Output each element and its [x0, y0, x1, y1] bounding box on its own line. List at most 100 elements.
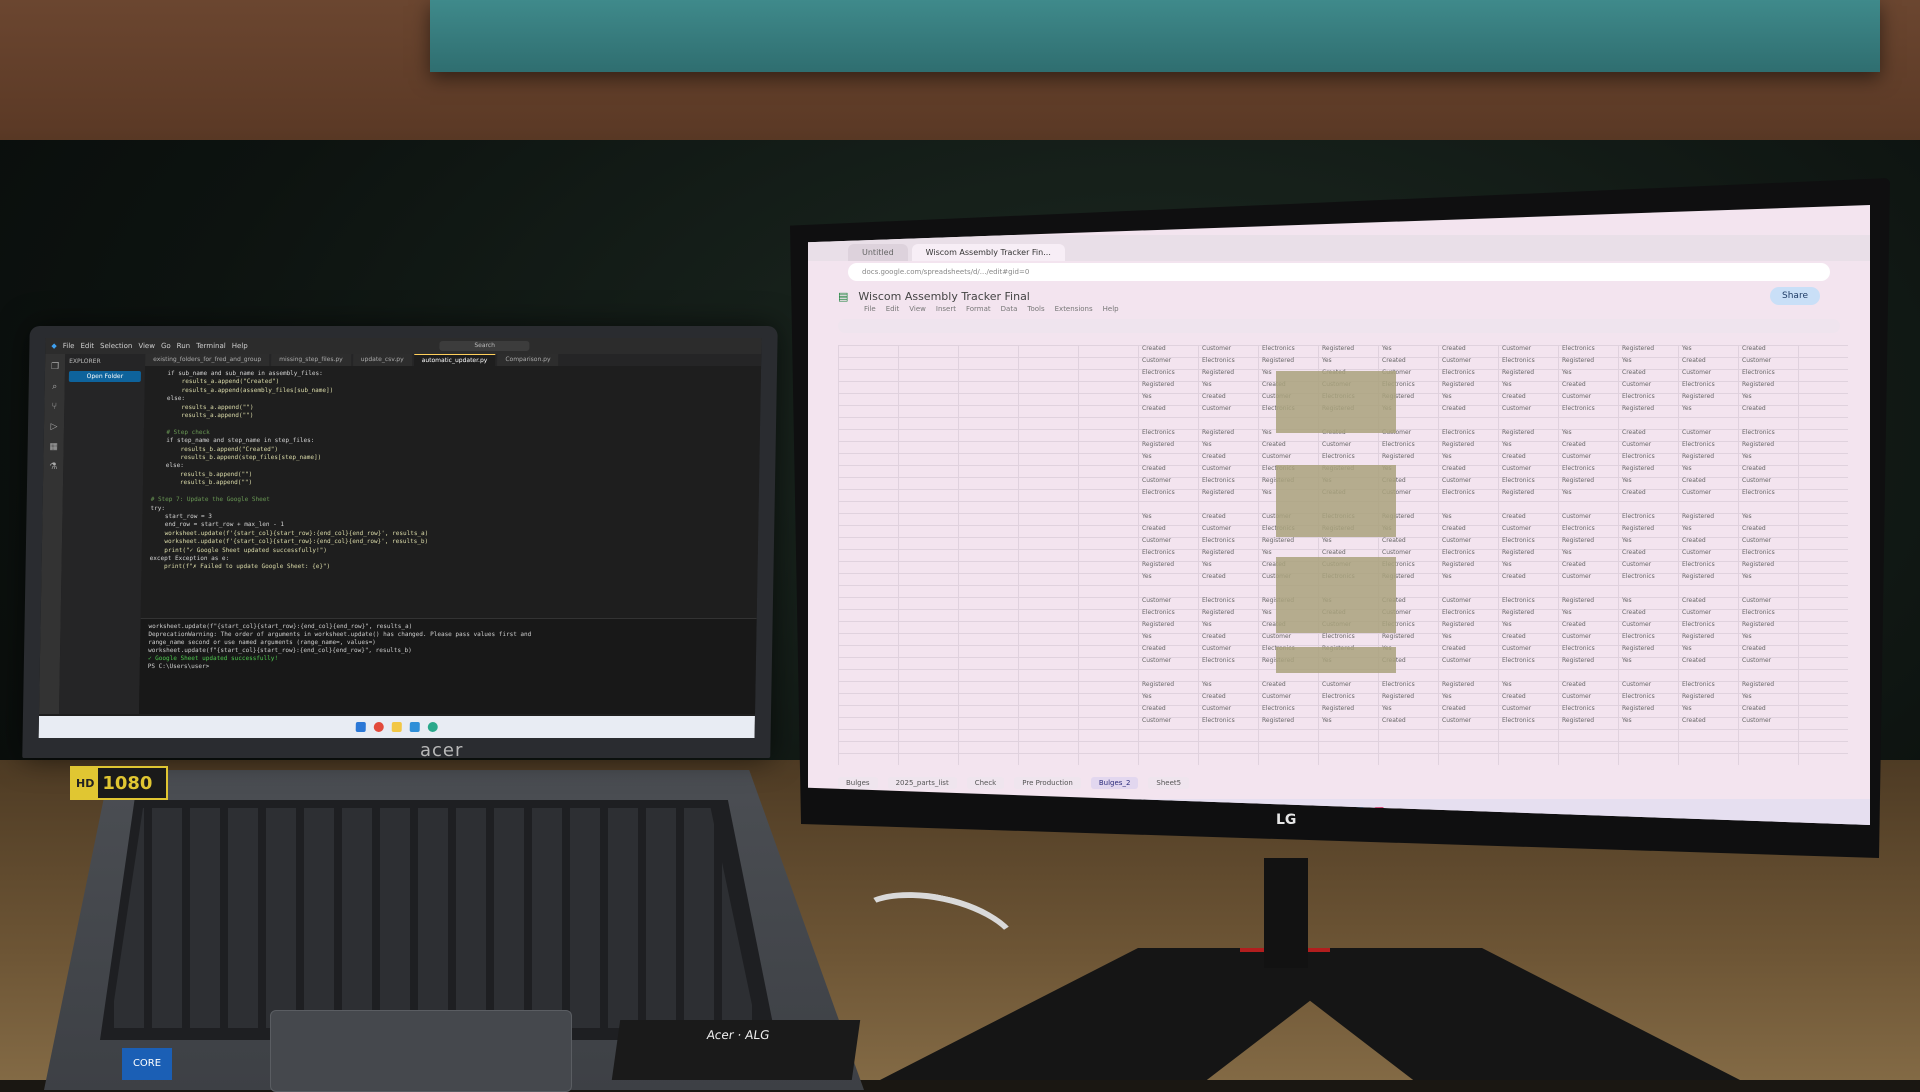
sheet-cell[interactable] — [958, 429, 1018, 441]
sheet-cell[interactable]: Electronics — [1618, 453, 1678, 465]
sheet-cell[interactable] — [1078, 573, 1138, 585]
sheet-cell[interactable]: Created — [1678, 717, 1738, 729]
sheet-cell[interactable]: Registered — [1558, 597, 1618, 609]
sheet-cell[interactable] — [958, 465, 1018, 477]
sheet-cell[interactable]: Customer — [1138, 597, 1198, 609]
sheet-cell[interactable]: Electronics — [1138, 369, 1198, 381]
sheet-cell[interactable]: Electronics — [1618, 573, 1678, 585]
sheet-cell[interactable] — [1078, 501, 1138, 513]
sheet-cell[interactable]: Yes — [1738, 453, 1798, 465]
sheet-cell[interactable]: Yes — [1678, 645, 1738, 657]
sheet-cell[interactable] — [838, 537, 898, 549]
sheet-cell[interactable] — [898, 693, 958, 705]
sheet-row[interactable]: CreatedCustomerElectronicsRegisteredYesC… — [838, 345, 1848, 357]
sheet-cell[interactable]: Yes — [1558, 609, 1618, 621]
sheet-cell[interactable]: Yes — [1138, 693, 1198, 705]
sheet-cell[interactable] — [838, 597, 898, 609]
sheet-cell[interactable] — [1198, 585, 1258, 597]
sheet-cell[interactable]: Customer — [1138, 657, 1198, 669]
sheet-cell[interactable]: Registered — [1678, 633, 1738, 645]
browser-tab[interactable]: Wiscom Assembly Tracker Fin... — [911, 244, 1065, 261]
sheet-cell[interactable]: Electronics — [1198, 537, 1258, 549]
sheet-cell[interactable] — [1018, 717, 1078, 729]
sheet-cell[interactable]: Created — [1438, 645, 1498, 657]
sheet-cell[interactable]: Registered — [1498, 369, 1558, 381]
sheet-tab[interactable]: Sheet5 — [1148, 777, 1190, 789]
sheet-cell[interactable] — [1018, 441, 1078, 453]
sheet-cell[interactable] — [838, 549, 898, 561]
sheet-cell[interactable]: Created — [1378, 717, 1438, 729]
sheet-cell[interactable]: Customer — [1198, 465, 1258, 477]
sheet-cell[interactable]: Created — [1678, 657, 1738, 669]
sheet-cell[interactable] — [1078, 357, 1138, 369]
sheet-cell[interactable]: Created — [1618, 489, 1678, 501]
sheet-cell[interactable]: Created — [1498, 513, 1558, 525]
sheet-cell[interactable] — [1678, 501, 1738, 513]
sheet-cell[interactable]: Electronics — [1318, 633, 1378, 645]
sheet-cell[interactable]: Yes — [1558, 369, 1618, 381]
sheet-cell[interactable]: Electronics — [1138, 609, 1198, 621]
sheet-menu-item[interactable]: Data — [1001, 305, 1018, 313]
sheet-cell[interactable] — [898, 393, 958, 405]
sheet-menu-item[interactable]: Insert — [936, 305, 956, 313]
sheet-cell[interactable] — [958, 633, 1018, 645]
sheet-cell[interactable] — [898, 645, 958, 657]
sheet-cell[interactable]: Yes — [1138, 513, 1198, 525]
sheet-cell[interactable] — [958, 657, 1018, 669]
sheet-cell[interactable] — [898, 633, 958, 645]
sheet-cell[interactable] — [838, 717, 898, 729]
sheet-cell[interactable]: Yes — [1558, 429, 1618, 441]
sheet-cell[interactable]: Created — [1618, 429, 1678, 441]
sheet-cell[interactable] — [1078, 477, 1138, 489]
sheet-cell[interactable]: Yes — [1678, 705, 1738, 717]
sheet-cell[interactable]: Yes — [1438, 573, 1498, 585]
sheet-cell[interactable] — [1078, 513, 1138, 525]
sheet-cell[interactable] — [1438, 669, 1498, 681]
sheet-cell[interactable]: Registered — [1378, 453, 1438, 465]
sheet-cell[interactable]: Registered — [1678, 453, 1738, 465]
sheet-cell[interactable]: Registered — [1738, 561, 1798, 573]
sheet-cell[interactable]: Yes — [1618, 657, 1678, 669]
sheet-cell[interactable]: Customer — [1678, 429, 1738, 441]
sheet-cell[interactable]: Customer — [1498, 525, 1558, 537]
sheet-cell[interactable]: Electronics — [1558, 705, 1618, 717]
sheet-cell[interactable]: Electronics — [1558, 345, 1618, 357]
vscode-menu-item[interactable]: Terminal — [196, 342, 226, 350]
sheet-cell[interactable] — [1618, 585, 1678, 597]
sheet-cell[interactable]: Yes — [1558, 489, 1618, 501]
sheet-cell[interactable] — [1078, 405, 1138, 417]
sheet-row[interactable]: CreatedCustomerElectronicsRegisteredYesC… — [838, 705, 1848, 717]
sheet-cell[interactable]: Registered — [1618, 705, 1678, 717]
sheet-cell[interactable]: Created — [1198, 393, 1258, 405]
vscode-taskbar-icon[interactable] — [409, 722, 420, 732]
sheet-cell[interactable] — [1558, 669, 1618, 681]
sheet-cell[interactable] — [958, 549, 1018, 561]
sheet-cell[interactable]: Electronics — [1438, 609, 1498, 621]
sheet-cell[interactable] — [1018, 501, 1078, 513]
sheet-cell[interactable]: Registered — [1738, 441, 1798, 453]
sheet-cell[interactable]: Yes — [1678, 465, 1738, 477]
sheet-cell[interactable]: Registered — [1498, 609, 1558, 621]
sheet-row[interactable]: YesCreatedCustomerElectronicsRegisteredY… — [838, 693, 1848, 705]
sheet-cell[interactable] — [958, 705, 1018, 717]
sheet-cell[interactable] — [958, 369, 1018, 381]
sheet-cell[interactable]: Yes — [1318, 717, 1378, 729]
sheet-cell[interactable] — [838, 561, 898, 573]
sheet-cell[interactable] — [1018, 621, 1078, 633]
sheet-cell[interactable]: Customer — [1198, 645, 1258, 657]
sheet-cell[interactable] — [1198, 417, 1258, 429]
sheet-cell[interactable] — [958, 597, 1018, 609]
sheet-cell[interactable] — [1078, 369, 1138, 381]
sheet-cell[interactable] — [898, 621, 958, 633]
sheet-cell[interactable]: Customer — [1618, 621, 1678, 633]
sheet-cell[interactable]: Yes — [1318, 357, 1378, 369]
sheet-cell[interactable] — [1018, 693, 1078, 705]
sheet-cell[interactable]: Registered — [1558, 717, 1618, 729]
sheet-cell[interactable] — [1618, 417, 1678, 429]
sheet-cell[interactable] — [838, 621, 898, 633]
sheet-cell[interactable]: Registered — [1378, 633, 1438, 645]
sheet-cell[interactable]: Customer — [1678, 489, 1738, 501]
sheet-cell[interactable]: Customer — [1738, 357, 1798, 369]
sheet-cell[interactable] — [958, 489, 1018, 501]
sheet-cell[interactable]: Electronics — [1138, 489, 1198, 501]
